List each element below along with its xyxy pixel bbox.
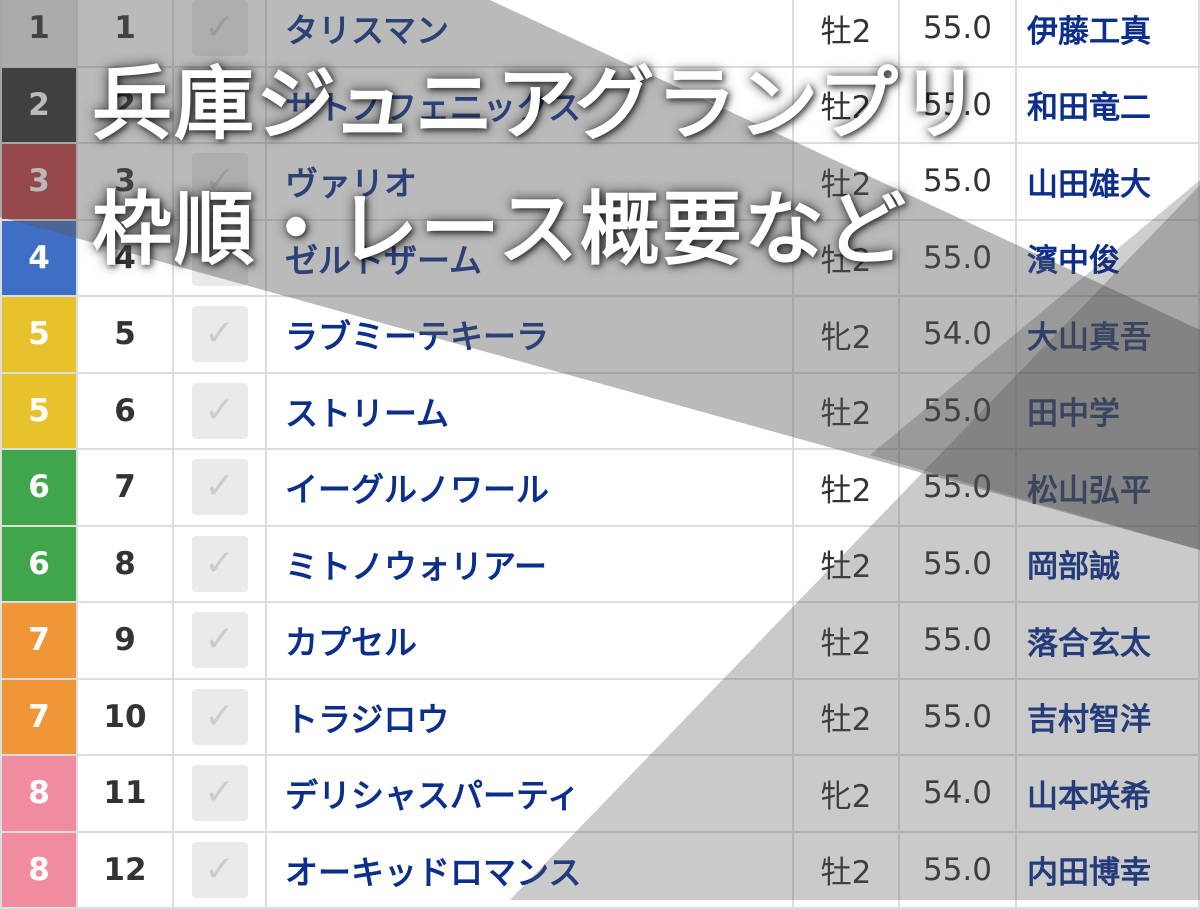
jockey-link[interactable]: 田中学 [1015,371,1200,450]
jockey-link[interactable]: 大山真吾 [1015,295,1200,374]
waku-cell: 8 [0,830,78,909]
check-cell[interactable]: ✓ [172,524,267,603]
horse-number: 10 [76,677,174,756]
horse-name-link[interactable]: ストリーム [265,371,794,450]
weight: 55.0 [898,677,1017,756]
sex-age: 牝2 [792,754,900,833]
weight: 55.0 [898,830,1017,909]
horse-number: 7 [76,448,174,527]
check-cell[interactable]: ✓ [172,295,267,374]
weight: 55.0 [898,218,1017,297]
weight: 54.0 [898,295,1017,374]
check-cell[interactable]: ✓ [172,448,267,527]
sex-age: 牡2 [792,371,900,450]
sex-age: 牡2 [792,830,900,909]
horse-number: 6 [76,371,174,450]
checkmark-icon[interactable]: ✓ [191,612,248,669]
waku-cell: 7 [0,677,78,756]
horse-number: 8 [76,524,174,603]
horse-number: 9 [76,601,174,680]
waku-cell: 5 [0,295,78,374]
checkmark-icon[interactable]: ✓ [191,765,248,822]
checkmark-icon[interactable]: ✓ [191,459,248,516]
title-line-2: 枠順・レース概要など [92,183,908,276]
checkmark-icon[interactable]: ✓ [191,535,248,592]
weight: 55.0 [898,448,1017,527]
horse-name-link[interactable]: トラジロウ [265,677,794,756]
table-row: 6 8 ✓ ミトノウォリアー 牡2 55.0 岡部誠 [0,524,1200,603]
waku-cell: 8 [0,754,78,833]
sex-age: 牡2 [792,677,900,756]
table-row: 8 12 ✓ オーキッドロマンス 牡2 55.0 内田博幸 [0,830,1200,909]
horse-name-link[interactable]: ミトノウォリアー [265,524,794,603]
waku-cell: 3 [0,142,78,221]
waku-cell: 2 [0,65,78,144]
table-row: 8 11 ✓ デリシャスパーティ 牝2 54.0 山本咲希 [0,754,1200,833]
horse-name-link[interactable]: デリシャスパーティ [265,754,794,833]
sex-age: 牡2 [792,601,900,680]
sex-age: 牡2 [792,524,900,603]
horse-number: 12 [76,830,174,909]
waku-cell: 1 [0,0,78,68]
jockey-link[interactable]: 濱中俊 [1015,218,1200,297]
horse-name-link[interactable]: オーキッドロマンス [265,830,794,909]
weight: 55.0 [898,601,1017,680]
jockey-link[interactable]: 山田雄大 [1015,142,1200,221]
check-cell[interactable]: ✓ [172,601,267,680]
jockey-link[interactable]: 内田博幸 [1015,830,1200,909]
jockey-link[interactable]: 落合玄太 [1015,601,1200,680]
check-cell[interactable]: ✓ [172,371,267,450]
table-row: 6 7 ✓ イーグルノワール 牡2 55.0 松山弘平 [0,448,1200,527]
check-cell[interactable]: ✓ [172,830,267,909]
waku-cell: 6 [0,448,78,527]
jockey-link[interactable]: 松山弘平 [1015,448,1200,527]
checkmark-icon[interactable]: ✓ [191,841,248,898]
checkmark-icon[interactable]: ✓ [191,688,248,745]
horse-name-link[interactable]: ラブミーテキーラ [265,295,794,374]
weight: 55.0 [898,371,1017,450]
sex-age: 牝2 [792,295,900,374]
sex-age: 牡2 [792,448,900,527]
waku-cell: 5 [0,371,78,450]
check-cell[interactable]: ✓ [172,677,267,756]
jockey-link[interactable]: 山本咲希 [1015,754,1200,833]
weight: 55.0 [898,524,1017,603]
horse-name-link[interactable]: イーグルノワール [265,448,794,527]
waku-cell: 7 [0,601,78,680]
horse-number: 11 [76,754,174,833]
checkmark-icon[interactable]: ✓ [191,306,248,363]
title-line-1: 兵庫ジュニアグランプリ [92,58,982,151]
horse-name-link[interactable]: カプセル [265,601,794,680]
table-row: 5 6 ✓ ストリーム 牡2 55.0 田中学 [0,371,1200,450]
waku-cell: 6 [0,524,78,603]
weight: 54.0 [898,754,1017,833]
table-row: 7 9 ✓ カプセル 牡2 55.0 落合玄太 [0,601,1200,680]
table-row: 7 10 ✓ トラジロウ 牡2 55.0 吉村智洋 [0,677,1200,756]
jockey-link[interactable]: 吉村智洋 [1015,677,1200,756]
jockey-link[interactable]: 伊藤工真 [1015,0,1200,68]
waku-cell: 4 [0,218,78,297]
jockey-link[interactable]: 岡部誠 [1015,524,1200,603]
horse-number: 5 [76,295,174,374]
jockey-link[interactable]: 和田竜二 [1015,65,1200,144]
checkmark-icon[interactable]: ✓ [191,382,248,439]
check-cell[interactable]: ✓ [172,754,267,833]
table-row: 5 5 ✓ ラブミーテキーラ 牝2 54.0 大山真吾 [0,295,1200,374]
